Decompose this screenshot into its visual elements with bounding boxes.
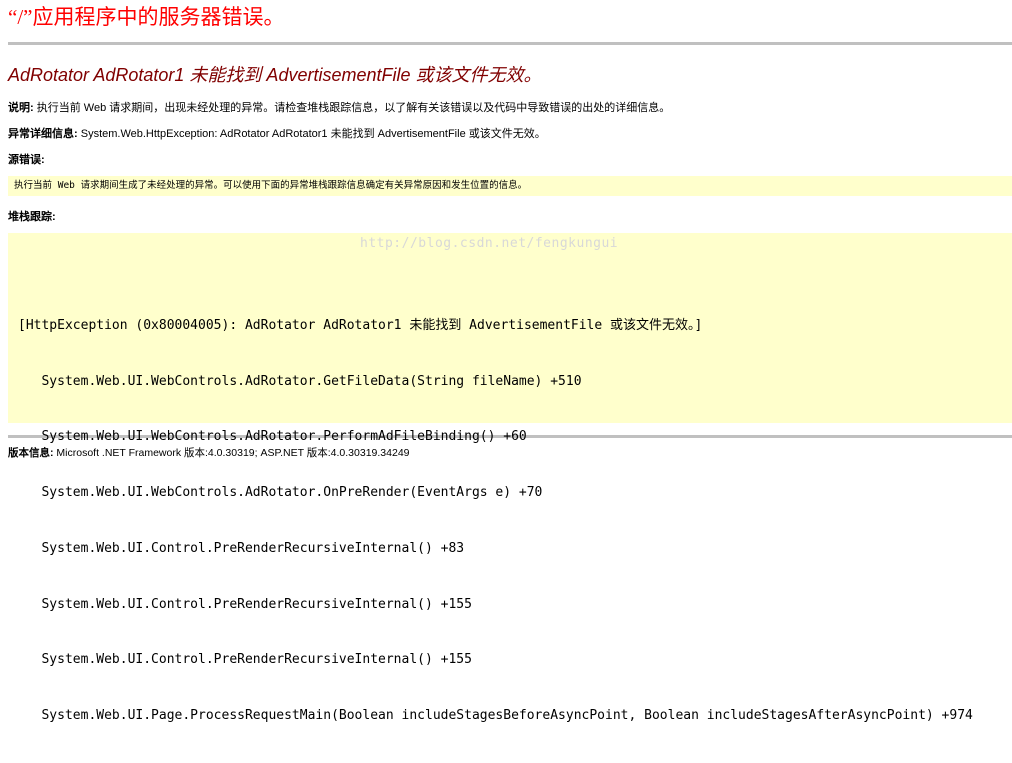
source-error-text: 执行当前 Web 请求期间生成了未经处理的异常。可以使用下面的异常堆栈跟踪信息确… — [14, 180, 528, 191]
stack-line: System.Web.UI.Control.PreRenderRecursive… — [18, 652, 472, 668]
page-title: “/”应用程序中的服务器错误。 — [8, 5, 285, 29]
stack-line: System.Web.UI.Page.ProcessRequestMain(Bo… — [18, 708, 973, 724]
stack-line: System.Web.UI.Control.PreRenderRecursive… — [18, 540, 465, 556]
source-error-line: 源错误: — [8, 153, 1012, 167]
description-line: 说明: 执行当前 Web 请求期间，出现未经处理的异常。请检查堆栈跟踪信息，以了… — [8, 101, 1012, 115]
exception-details-text: System.Web.HttpException: AdRotator AdRo… — [77, 128, 546, 140]
stack-line: System.Web.UI.WebControls.AdRotator.GetF… — [18, 373, 582, 389]
description-label: 说明: — [8, 102, 34, 114]
blog-watermark: http://blog.csdn.net/fengkungui — [360, 236, 619, 251]
stack-trace-label: 堆栈跟踪: — [8, 211, 56, 223]
stack-line: System.Web.UI.Control.PreRenderRecursive… — [18, 596, 472, 612]
stack-trace-box: http://blog.csdn.net/fengkungui [HttpExc… — [8, 233, 1012, 723]
title-divider — [8, 42, 1012, 45]
error-heading: AdRotator AdRotator1 未能找到 AdvertisementF… — [8, 65, 542, 85]
stack-line: System.Web.UI.WebControls.AdRotator.Perf… — [18, 429, 527, 445]
description-text: 执行当前 Web 请求期间，出现未经处理的异常。请检查堆栈跟踪信息，以了解有关该… — [33, 102, 671, 114]
stack-trace-line: 堆栈跟踪: — [8, 210, 1012, 224]
source-error-box: 执行当前 Web 请求期间生成了未经处理的异常。可以使用下面的异常堆栈跟踪信息确… — [8, 176, 1012, 196]
exception-details-line: 异常详细信息: System.Web.HttpException: AdRota… — [8, 127, 1012, 141]
exception-details-label: 异常详细信息: — [8, 128, 78, 140]
error-page: “/”应用程序中的服务器错误。 AdRotator AdRotator1 未能找… — [8, 0, 1012, 723]
source-error-label: 源错误: — [8, 154, 45, 166]
stack-line: System.Web.UI.WebControls.AdRotator.OnPr… — [18, 485, 543, 501]
stack-line: [HttpException (0x80004005): AdRotator A… — [18, 317, 703, 333]
